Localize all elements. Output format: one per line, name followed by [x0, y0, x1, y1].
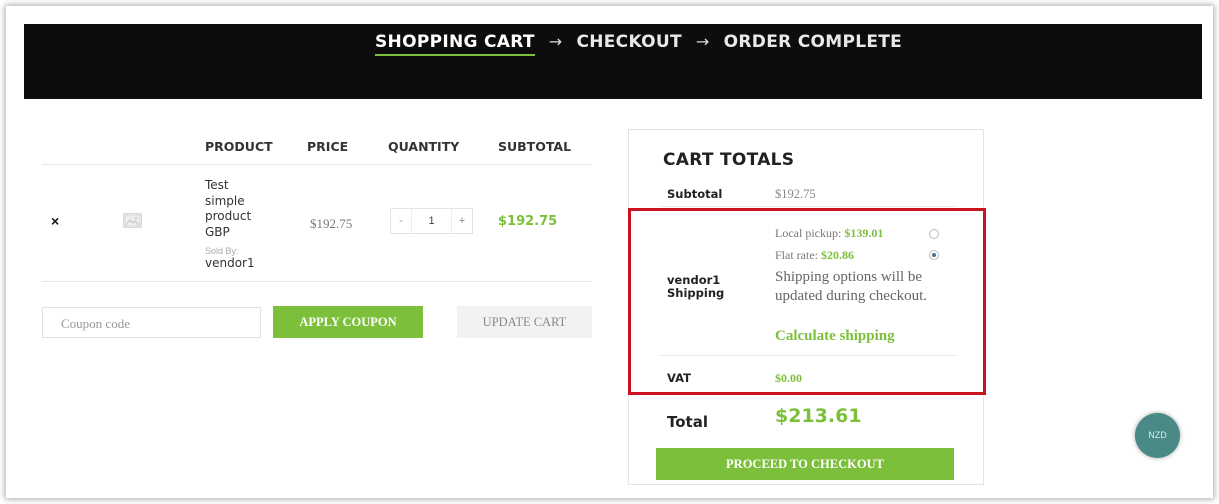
total-value: $213.61: [775, 405, 862, 427]
item-subtotal: $192.75: [498, 214, 558, 229]
subtotal-label: Subtotal: [667, 187, 723, 201]
step-shopping-cart[interactable]: SHOPPING CART: [375, 32, 535, 56]
apply-coupon-button[interactable]: APPLY COUPON: [273, 306, 423, 338]
remove-item-button[interactable]: ×: [51, 213, 59, 229]
cart-totals-title: CART TOTALS: [663, 150, 795, 170]
coupon-code-input[interactable]: Coupon code: [42, 307, 261, 338]
checkout-steps-bar: SHOPPING CART → CHECKOUT → ORDER COMPLET…: [24, 24, 1202, 99]
shipping-highlight-box: [628, 208, 986, 395]
update-cart-button[interactable]: UPDATE CART: [457, 306, 592, 338]
product-name-link[interactable]: Test simple product GBP: [205, 178, 285, 240]
totals-divider: [660, 206, 956, 207]
product-name-line: simple: [205, 193, 245, 208]
header-subtotal: SUBTOTAL: [498, 139, 572, 154]
step-order-complete: ORDER COMPLETE: [723, 32, 903, 52]
currency-switcher-button[interactable]: NZD: [1135, 413, 1180, 458]
item-price: $192.75: [310, 216, 353, 231]
vendor-link[interactable]: vendor1: [205, 256, 255, 270]
quantity-stepper: - 1 +: [390, 208, 473, 234]
quantity-increase-button[interactable]: +: [452, 215, 472, 227]
step-arrow-icon: →: [548, 32, 563, 51]
table-divider: [42, 164, 592, 165]
product-name-line: Test: [205, 178, 229, 192]
table-divider: [42, 281, 592, 282]
product-name-line: product: [205, 209, 252, 223]
quantity-decrease-button[interactable]: -: [391, 215, 411, 227]
product-name-line: GBP: [205, 224, 230, 239]
quantity-input[interactable]: 1: [411, 209, 452, 233]
header-quantity: QUANTITY: [388, 139, 460, 154]
header-product: PRODUCT: [205, 139, 273, 154]
checkout-steps: SHOPPING CART → CHECKOUT → ORDER COMPLET…: [375, 32, 902, 56]
header-price: PRICE: [307, 139, 349, 154]
total-label: Total: [667, 413, 708, 431]
step-checkout[interactable]: CHECKOUT: [576, 32, 681, 52]
proceed-to-checkout-button[interactable]: PROCEED TO CHECKOUT: [656, 448, 954, 480]
step-arrow-icon: →: [695, 32, 710, 51]
sold-by-label: Sold By:: [205, 246, 239, 256]
subtotal-value: $192.75: [775, 187, 816, 201]
product-thumbnail-placeholder-icon[interactable]: [123, 213, 142, 228]
